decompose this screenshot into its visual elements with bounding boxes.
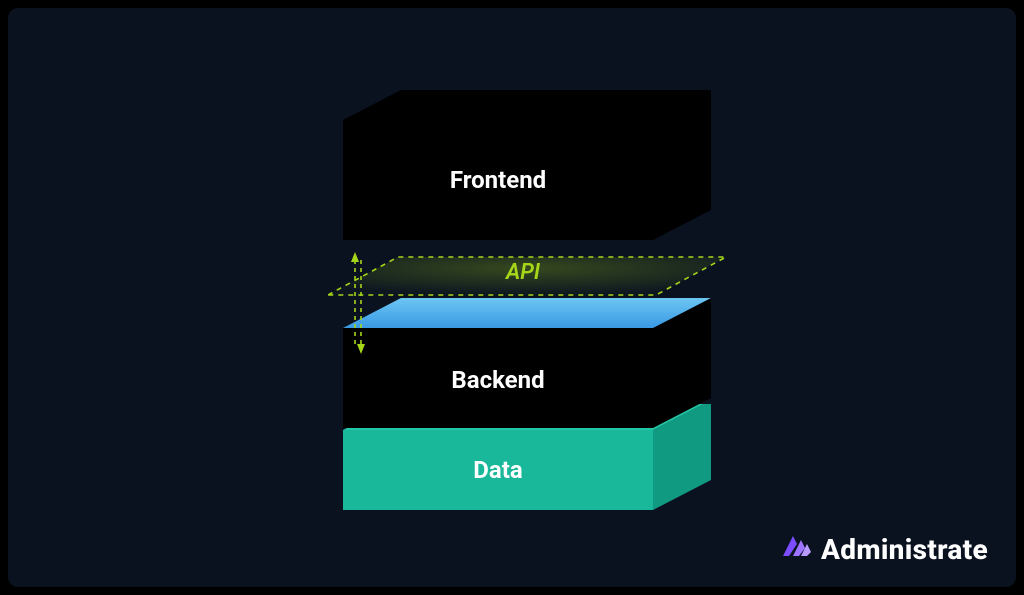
api-bidirectional-arrow-icon — [349, 248, 367, 362]
brand-logo-icon — [779, 532, 813, 567]
layer-backend-label: Backend — [451, 366, 544, 394]
layer-data-label: Data — [473, 456, 523, 484]
layer-api-label: API — [506, 260, 540, 285]
layer-stack: Data Backend — [8, 8, 1016, 587]
brand: Administrate — [779, 532, 988, 567]
layer-frontend-label: Frontend — [450, 166, 546, 194]
brand-name: Administrate — [821, 533, 988, 566]
diagram-card: Data Backend — [8, 8, 1016, 587]
layer-frontend: Frontend — [343, 90, 711, 246]
